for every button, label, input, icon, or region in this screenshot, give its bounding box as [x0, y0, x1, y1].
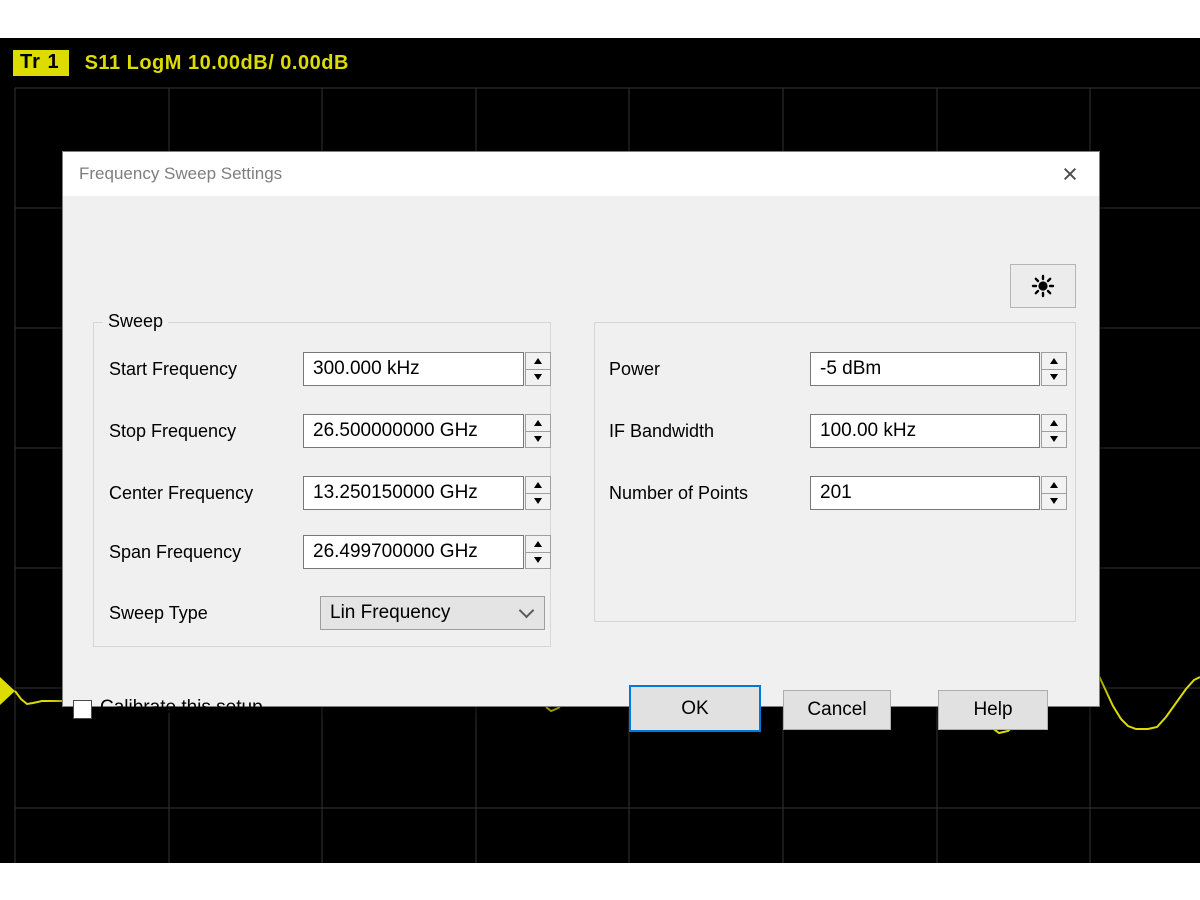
calibrate-checkbox-label: Calibrate this setup — [100, 697, 263, 719]
calibrate-checkbox[interactable] — [73, 700, 92, 719]
start-frequency-label: Start Frequency — [109, 352, 237, 386]
span-frequency-input[interactable]: 26.499700000 GHz — [303, 535, 524, 569]
stop-frequency-input[interactable]: 26.500000000 GHz — [303, 414, 524, 448]
spinner-up-button[interactable] — [1041, 352, 1067, 370]
cancel-button[interactable]: Cancel — [783, 690, 891, 730]
span-frequency-field: 26.499700000 GHz — [303, 535, 551, 569]
power-input[interactable]: -5 dBm — [810, 352, 1040, 386]
arrow-down-icon — [1050, 436, 1058, 442]
start-frequency-field: 300.000 kHz — [303, 352, 551, 386]
close-icon[interactable]: × — [1047, 152, 1093, 196]
trace-1-badge[interactable]: Tr 1 — [13, 50, 69, 76]
arrow-down-icon — [534, 374, 542, 380]
arrow-down-icon — [534, 557, 542, 563]
dialog-titlebar[interactable]: Frequency Sweep Settings × — [63, 152, 1099, 196]
sweep-type-label: Sweep Type — [109, 596, 208, 630]
center-frequency-input[interactable]: 13.250150000 GHz — [303, 476, 524, 510]
spinner-down-button[interactable] — [1041, 493, 1067, 511]
power-spinner — [1041, 352, 1067, 386]
sweep-type-selected-value: Lin Frequency — [330, 602, 450, 624]
sweep-group-title: Sweep — [103, 311, 168, 332]
spinner-down-button[interactable] — [525, 431, 551, 449]
center-frequency-label: Center Frequency — [109, 476, 253, 510]
spinner-down-button[interactable] — [525, 369, 551, 387]
number-of-points-field: 201 — [810, 476, 1067, 510]
frequency-sweep-settings-dialog: Frequency Sweep Settings × — [62, 151, 1100, 707]
if-bandwidth-input[interactable]: 100.00 kHz — [810, 414, 1040, 448]
if-bandwidth-spinner — [1041, 414, 1067, 448]
span-frequency-label: Span Frequency — [109, 535, 241, 569]
stop-frequency-spinner — [525, 414, 551, 448]
center-frequency-spinner — [525, 476, 551, 510]
spinner-down-button[interactable] — [525, 493, 551, 511]
arrow-up-icon — [534, 358, 542, 364]
stop-frequency-label: Stop Frequency — [109, 414, 236, 448]
center-frequency-field: 13.250150000 GHz — [303, 476, 551, 510]
sweep-group: Sweep Start Frequency 300.000 kHz Stop F… — [93, 322, 551, 647]
spinner-up-button[interactable] — [1041, 414, 1067, 432]
start-frequency-input[interactable]: 300.000 kHz — [303, 352, 524, 386]
number-of-points-label: Number of Points — [609, 476, 748, 510]
spinner-up-button[interactable] — [525, 476, 551, 494]
dialog-body: Sweep Start Frequency 300.000 kHz Stop F… — [63, 196, 1099, 707]
power-label: Power — [609, 352, 660, 386]
arrow-down-icon — [1050, 374, 1058, 380]
help-button[interactable]: Help — [938, 690, 1048, 730]
arrow-down-icon — [534, 498, 542, 504]
number-of-points-spinner — [1041, 476, 1067, 510]
arrow-up-icon — [1050, 358, 1058, 364]
dialog-title: Frequency Sweep Settings — [79, 164, 282, 184]
ok-button[interactable]: OK — [629, 685, 761, 732]
arrow-up-icon — [534, 482, 542, 488]
arrow-down-icon — [534, 436, 542, 442]
start-frequency-spinner — [525, 352, 551, 386]
arrow-up-icon — [534, 420, 542, 426]
brightness-button[interactable] — [1010, 264, 1076, 308]
span-frequency-spinner — [525, 535, 551, 569]
trace-1-measurement-info: S11 LogM 10.00dB/ 0.00dB — [85, 52, 349, 75]
spinner-down-button[interactable] — [1041, 431, 1067, 449]
if-bandwidth-field: 100.00 kHz — [810, 414, 1067, 448]
number-of-points-input[interactable]: 201 — [810, 476, 1040, 510]
spinner-up-button[interactable] — [1041, 476, 1067, 494]
spinner-up-button[interactable] — [525, 535, 551, 553]
trace-annotation-bar: Tr 1 S11 LogM 10.00dB/ 0.00dB — [13, 50, 349, 76]
spinner-up-button[interactable] — [525, 352, 551, 370]
if-bandwidth-label: IF Bandwidth — [609, 414, 714, 448]
chevron-down-icon — [519, 603, 535, 619]
arrow-up-icon — [1050, 420, 1058, 426]
arrow-up-icon — [534, 541, 542, 547]
stimulus-settings-group: Power -5 dBm IF Bandwidth 100.00 kHz Num… — [594, 322, 1076, 622]
spinner-up-button[interactable] — [525, 414, 551, 432]
power-field: -5 dBm — [810, 352, 1067, 386]
reference-level-marker-icon — [0, 677, 15, 705]
spinner-down-button[interactable] — [1041, 369, 1067, 387]
arrow-up-icon — [1050, 482, 1058, 488]
stop-frequency-field: 26.500000000 GHz — [303, 414, 551, 448]
spinner-down-button[interactable] — [525, 552, 551, 570]
sweep-type-dropdown[interactable]: Lin Frequency — [320, 596, 545, 630]
sun-icon — [1030, 273, 1056, 299]
arrow-down-icon — [1050, 498, 1058, 504]
